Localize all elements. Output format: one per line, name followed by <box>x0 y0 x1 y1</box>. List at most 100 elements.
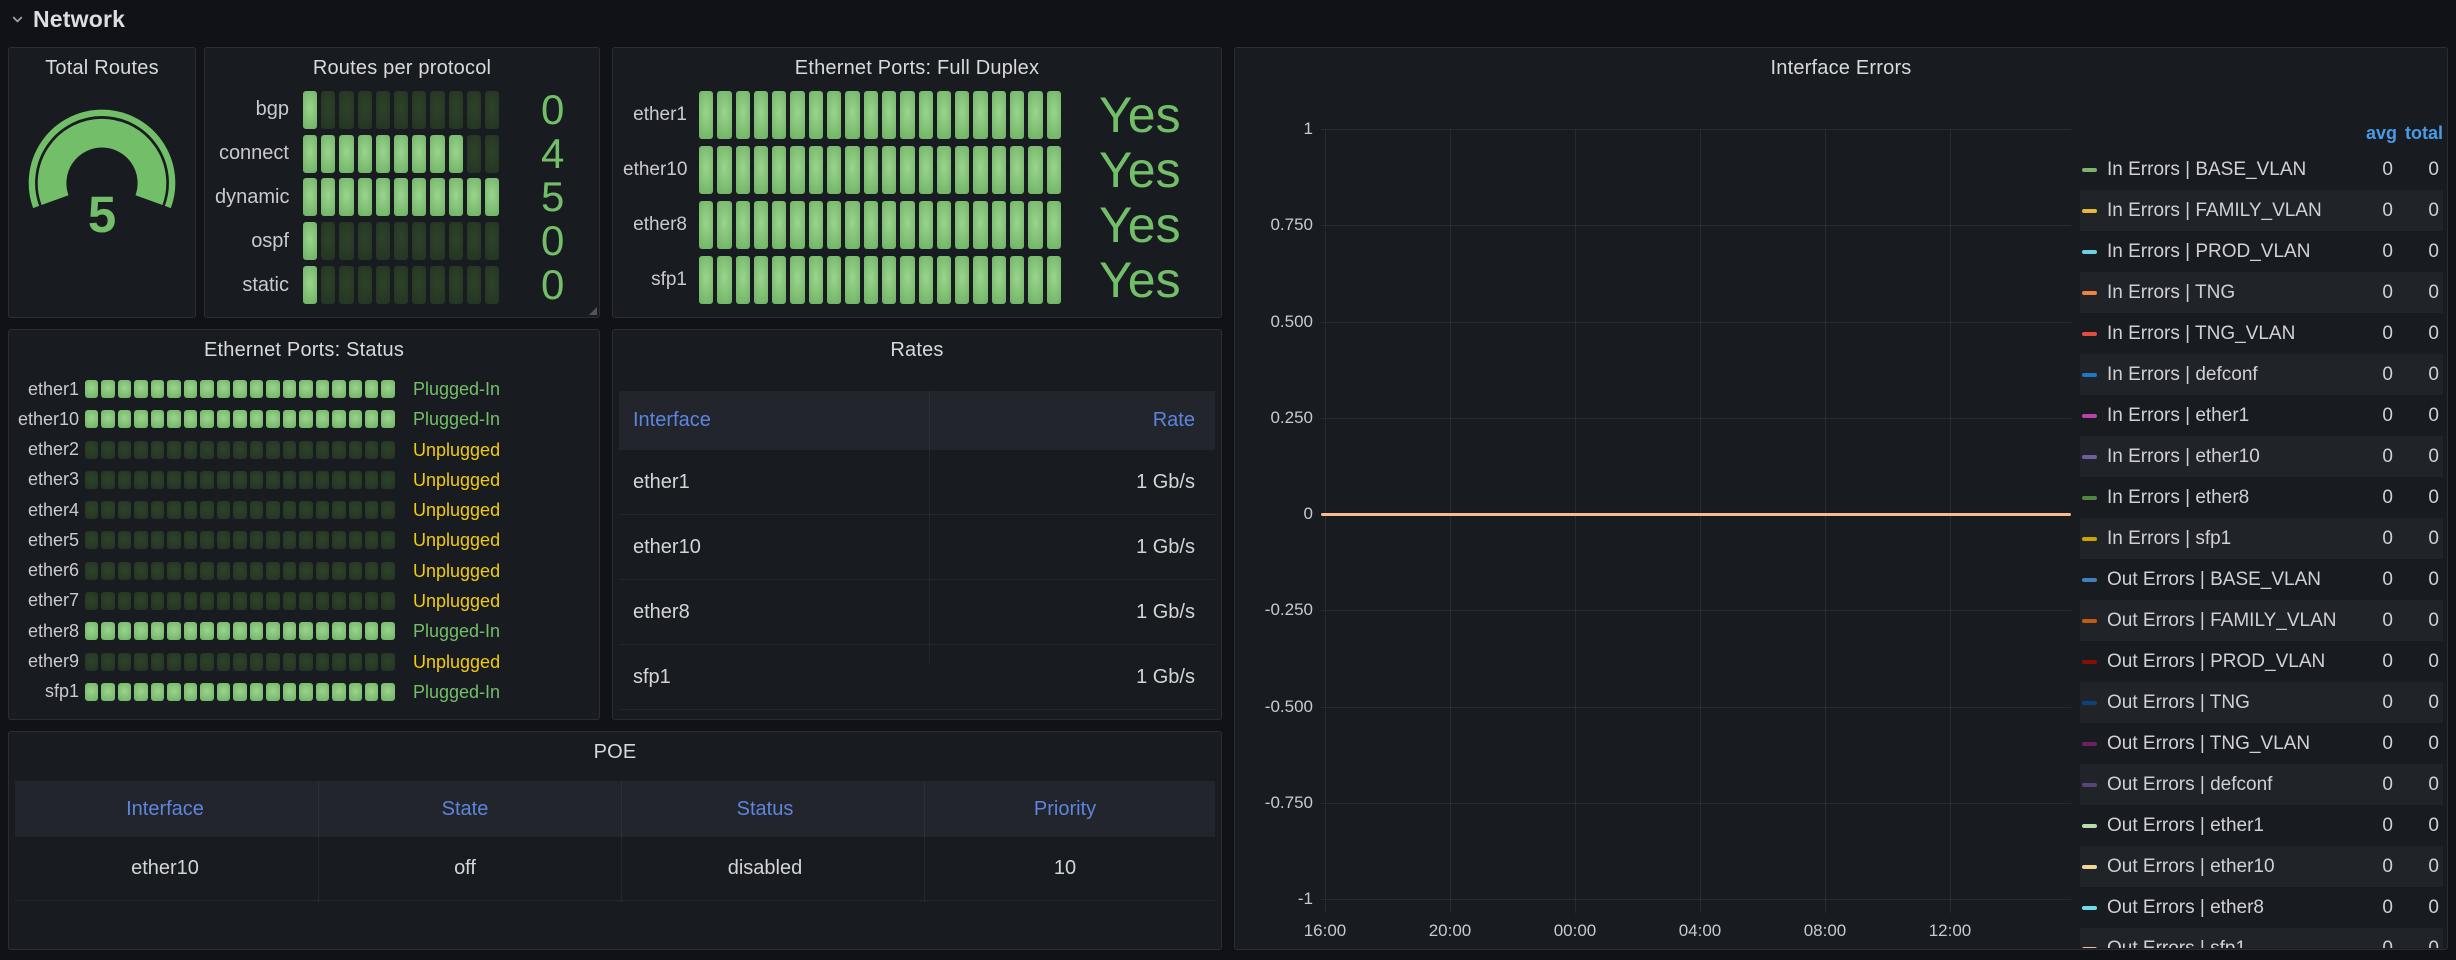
lcd-cell <box>937 91 951 139</box>
column-header-status[interactable]: Status <box>615 798 915 821</box>
lcd-cell <box>118 441 131 459</box>
column-header-interface[interactable]: Interface <box>15 798 315 821</box>
rates-table-header: InterfaceRate <box>619 391 1215 450</box>
lcd-cell <box>790 146 804 194</box>
lcd-cell <box>349 562 362 580</box>
legend-item[interactable]: Out Errors | defconf00 <box>2080 764 2443 805</box>
legend-item[interactable]: In Errors | sfp100 <box>2080 518 2443 559</box>
lcd-row-label: ether1 <box>623 104 699 126</box>
row-header-network[interactable]: Network <box>10 4 125 34</box>
panel-title[interactable]: Rates <box>613 339 1221 362</box>
lcd-cell <box>299 501 312 519</box>
column-header-interface[interactable]: Interface <box>619 409 923 432</box>
legend-item[interactable]: Out Errors | ether1000 <box>2080 846 2443 887</box>
lcd-cell <box>316 562 329 580</box>
panel-title[interactable]: Ethernet Ports: Status <box>9 339 599 362</box>
panel-title[interactable]: Ethernet Ports: Full Duplex <box>613 57 1221 80</box>
gridline-horizontal <box>1321 803 2071 804</box>
lcd-cell <box>485 222 499 260</box>
x-axis-tick: 04:00 <box>1655 921 1745 941</box>
lcd-cell <box>376 178 390 216</box>
lcd-cell <box>467 91 481 129</box>
lcd-cell <box>358 135 372 173</box>
series-line-zero <box>1321 513 2071 516</box>
lcd-cell <box>1010 91 1024 139</box>
lcd-cell <box>85 501 98 519</box>
panel-title[interactable]: Total Routes <box>9 57 195 80</box>
panel-title[interactable]: Routes per protocol <box>205 57 599 80</box>
lcd-row: ether6Unplugged <box>17 560 591 581</box>
legend-header-total[interactable]: total <box>2397 123 2443 144</box>
status-badge: Unplugged <box>413 531 500 549</box>
lcd-cell <box>167 683 180 701</box>
legend-item[interactable]: In Errors | ether800 <box>2080 477 2443 518</box>
lcd-cell <box>736 201 750 249</box>
lcd-cell <box>250 683 263 701</box>
lcd-cell <box>316 380 329 398</box>
lcd-cell <box>101 683 114 701</box>
legend-item[interactable]: In Errors | defconf00 <box>2080 354 2443 395</box>
lcd-cell <box>101 410 114 428</box>
lcd-row-label: ether1 <box>17 379 85 400</box>
y-axis-tick: -0.750 <box>1239 793 1313 813</box>
lcd-cell <box>299 592 312 610</box>
lcd-cell <box>217 441 230 459</box>
lcd-cell <box>827 91 841 139</box>
legend-header-avg[interactable]: avg <box>2357 123 2397 144</box>
lcd-cell <box>809 91 823 139</box>
lcd-cell <box>283 653 296 671</box>
legend-total-value: 0 <box>2393 815 2439 837</box>
gridline-horizontal <box>1321 610 2071 611</box>
lcd-cell <box>339 91 353 129</box>
lcd-value: Yes <box>1099 90 1181 140</box>
lcd-cell <box>332 562 345 580</box>
gridline-horizontal <box>1321 225 2071 226</box>
legend-item[interactable]: In Errors | TNG_VLAN00 <box>2080 313 2443 354</box>
legend-item[interactable]: In Errors | PROD_VLAN00 <box>2080 231 2443 272</box>
lcd-cell <box>151 653 164 671</box>
legend-item[interactable]: Out Errors | sfp100 <box>2080 928 2443 948</box>
x-axis-tick: 08:00 <box>1780 921 1870 941</box>
lcd-cell <box>233 562 246 580</box>
legend-item[interactable]: Out Errors | TNG_VLAN00 <box>2080 723 2443 764</box>
column-header-state[interactable]: State <box>315 798 615 821</box>
lcd-bar <box>85 562 395 580</box>
lcd-cell <box>184 380 197 398</box>
lcd-cell <box>467 178 481 216</box>
legend-item[interactable]: In Errors | BASE_VLAN00 <box>2080 149 2443 190</box>
x-axis-tick: 12:00 <box>1905 921 1995 941</box>
legend-item[interactable]: Out Errors | BASE_VLAN00 <box>2080 559 2443 600</box>
lcd-row: sfp1Plugged-In <box>17 681 591 702</box>
lcd-cell <box>349 592 362 610</box>
legend-item[interactable]: Out Errors | FAMILY_VLAN00 <box>2080 600 2443 641</box>
legend-item[interactable]: Out Errors | TNG00 <box>2080 682 2443 723</box>
legend-item[interactable]: Out Errors | ether100 <box>2080 805 2443 846</box>
panel-title[interactable]: POE <box>9 741 1221 764</box>
lcd-cell <box>394 178 408 216</box>
table-row: sfp11 Gb/s <box>619 645 1215 710</box>
lcd-cell <box>200 380 213 398</box>
lcd-cell <box>1047 146 1061 194</box>
lcd-cell <box>332 441 345 459</box>
legend-item[interactable]: Out Errors | ether800 <box>2080 887 2443 928</box>
column-header-priority[interactable]: Priority <box>915 798 1215 821</box>
panel-resize-handle[interactable] <box>589 307 597 315</box>
lcd-cell <box>167 471 180 489</box>
lcd-cell <box>358 91 372 129</box>
lcd-cell <box>134 380 147 398</box>
legend-item[interactable]: In Errors | ether1000 <box>2080 436 2443 477</box>
legend-item[interactable]: In Errors | FAMILY_VLAN00 <box>2080 190 2443 231</box>
x-axis-tick: 16:00 <box>1280 921 1370 941</box>
legend-item[interactable]: In Errors | ether100 <box>2080 395 2443 436</box>
gridline-vertical <box>1450 129 1451 913</box>
panel-title[interactable]: Interface Errors <box>1235 57 2447 80</box>
lcd-cell <box>266 622 279 640</box>
legend-item[interactable]: Out Errors | PROD_VLAN00 <box>2080 641 2443 682</box>
lcd-cell <box>250 531 263 549</box>
column-header-rate[interactable]: Rate <box>923 409 1215 432</box>
legend-item[interactable]: In Errors | TNG00 <box>2080 272 2443 313</box>
legend-total-value: 0 <box>2393 282 2439 304</box>
cell-rate: 1 Gb/s <box>923 536 1215 559</box>
legend-avg-value: 0 <box>2353 405 2393 427</box>
lcd-cell <box>266 531 279 549</box>
